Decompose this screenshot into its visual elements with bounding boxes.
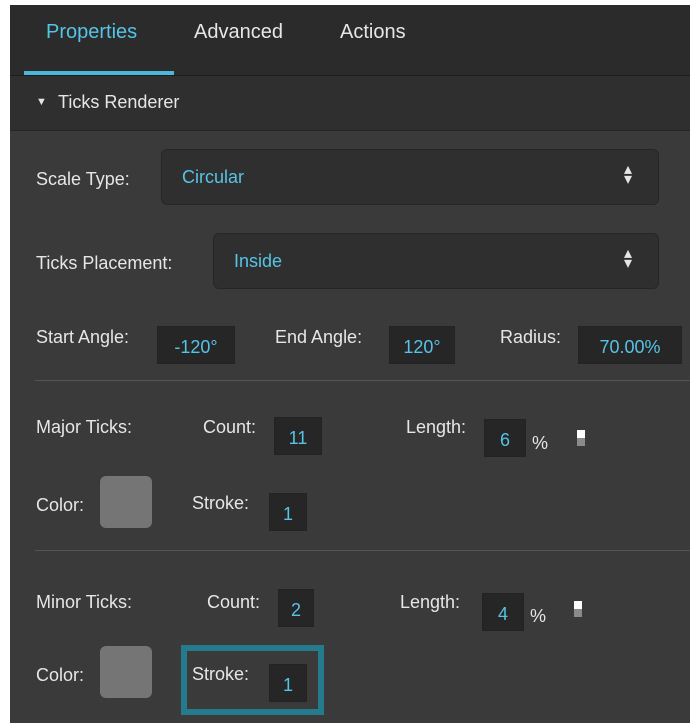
radius-label: Radius: [500, 327, 562, 347]
minor-length-unit: % [530, 606, 547, 626]
tab-advanced[interactable]: Advanced [194, 21, 283, 44]
major-ticks-label: Major Ticks: [36, 417, 133, 437]
properties-panel: Properties Advanced Actions ▼ Ticks Rend… [10, 5, 690, 723]
tab-bar: Properties Advanced Actions [10, 5, 690, 76]
start-angle-label: Start Angle: [36, 327, 130, 347]
divider [35, 550, 690, 551]
ticks-placement-select[interactable]: Inside ▴ ▾ [213, 233, 659, 289]
section-title: Ticks Renderer [58, 92, 180, 112]
minor-length-slider[interactable] [574, 601, 582, 617]
scale-type-label: Scale Type: [36, 169, 130, 189]
minor-length-label: Length: [400, 592, 461, 612]
minor-color-label: Color: [36, 665, 85, 685]
minor-count-label: Count: [207, 592, 261, 612]
tab-actions[interactable]: Actions [340, 21, 406, 44]
major-color-label: Color: [36, 495, 85, 515]
major-length-label: Length: [406, 417, 467, 437]
minor-count-input[interactable]: 2 [278, 589, 314, 627]
minor-color-swatch[interactable] [100, 646, 152, 698]
select-arrows-icon: ▴ ▾ [623, 161, 632, 188]
scale-type-select[interactable]: Circular ▴ ▾ [161, 149, 659, 205]
major-stroke-input[interactable]: 1 [269, 493, 307, 531]
triangle-down-icon[interactable]: ▼ [36, 96, 47, 108]
major-color-swatch[interactable] [100, 476, 152, 528]
major-count-input[interactable]: 11 [274, 417, 322, 455]
minor-length-input[interactable]: 4 [482, 593, 524, 631]
end-angle-label: End Angle: [275, 327, 363, 347]
active-tab-indicator [24, 71, 174, 75]
ticks-placement-value: Inside [234, 251, 283, 271]
radius-input[interactable]: 70.00% [578, 326, 682, 364]
minor-stroke-input[interactable]: 1 [269, 664, 307, 702]
major-length-unit: % [532, 433, 549, 453]
divider [35, 380, 690, 381]
ticks-placement-label: Ticks Placement: [36, 253, 173, 273]
scale-type-value: Circular [182, 167, 245, 187]
select-arrows-icon: ▴ ▾ [623, 245, 632, 272]
start-angle-input[interactable]: -120° [157, 326, 235, 364]
major-length-slider[interactable] [577, 430, 585, 446]
section-header-ticks-renderer[interactable]: ▼ Ticks Renderer [10, 76, 690, 131]
end-angle-input[interactable]: 120° [389, 326, 455, 364]
tab-properties[interactable]: Properties [46, 21, 137, 44]
major-count-label: Count: [203, 417, 257, 437]
major-stroke-label: Stroke: [192, 493, 250, 513]
minor-ticks-label: Minor Ticks: [36, 592, 133, 612]
major-length-input[interactable]: 6 [484, 419, 526, 457]
minor-stroke-label: Stroke: [192, 664, 250, 684]
